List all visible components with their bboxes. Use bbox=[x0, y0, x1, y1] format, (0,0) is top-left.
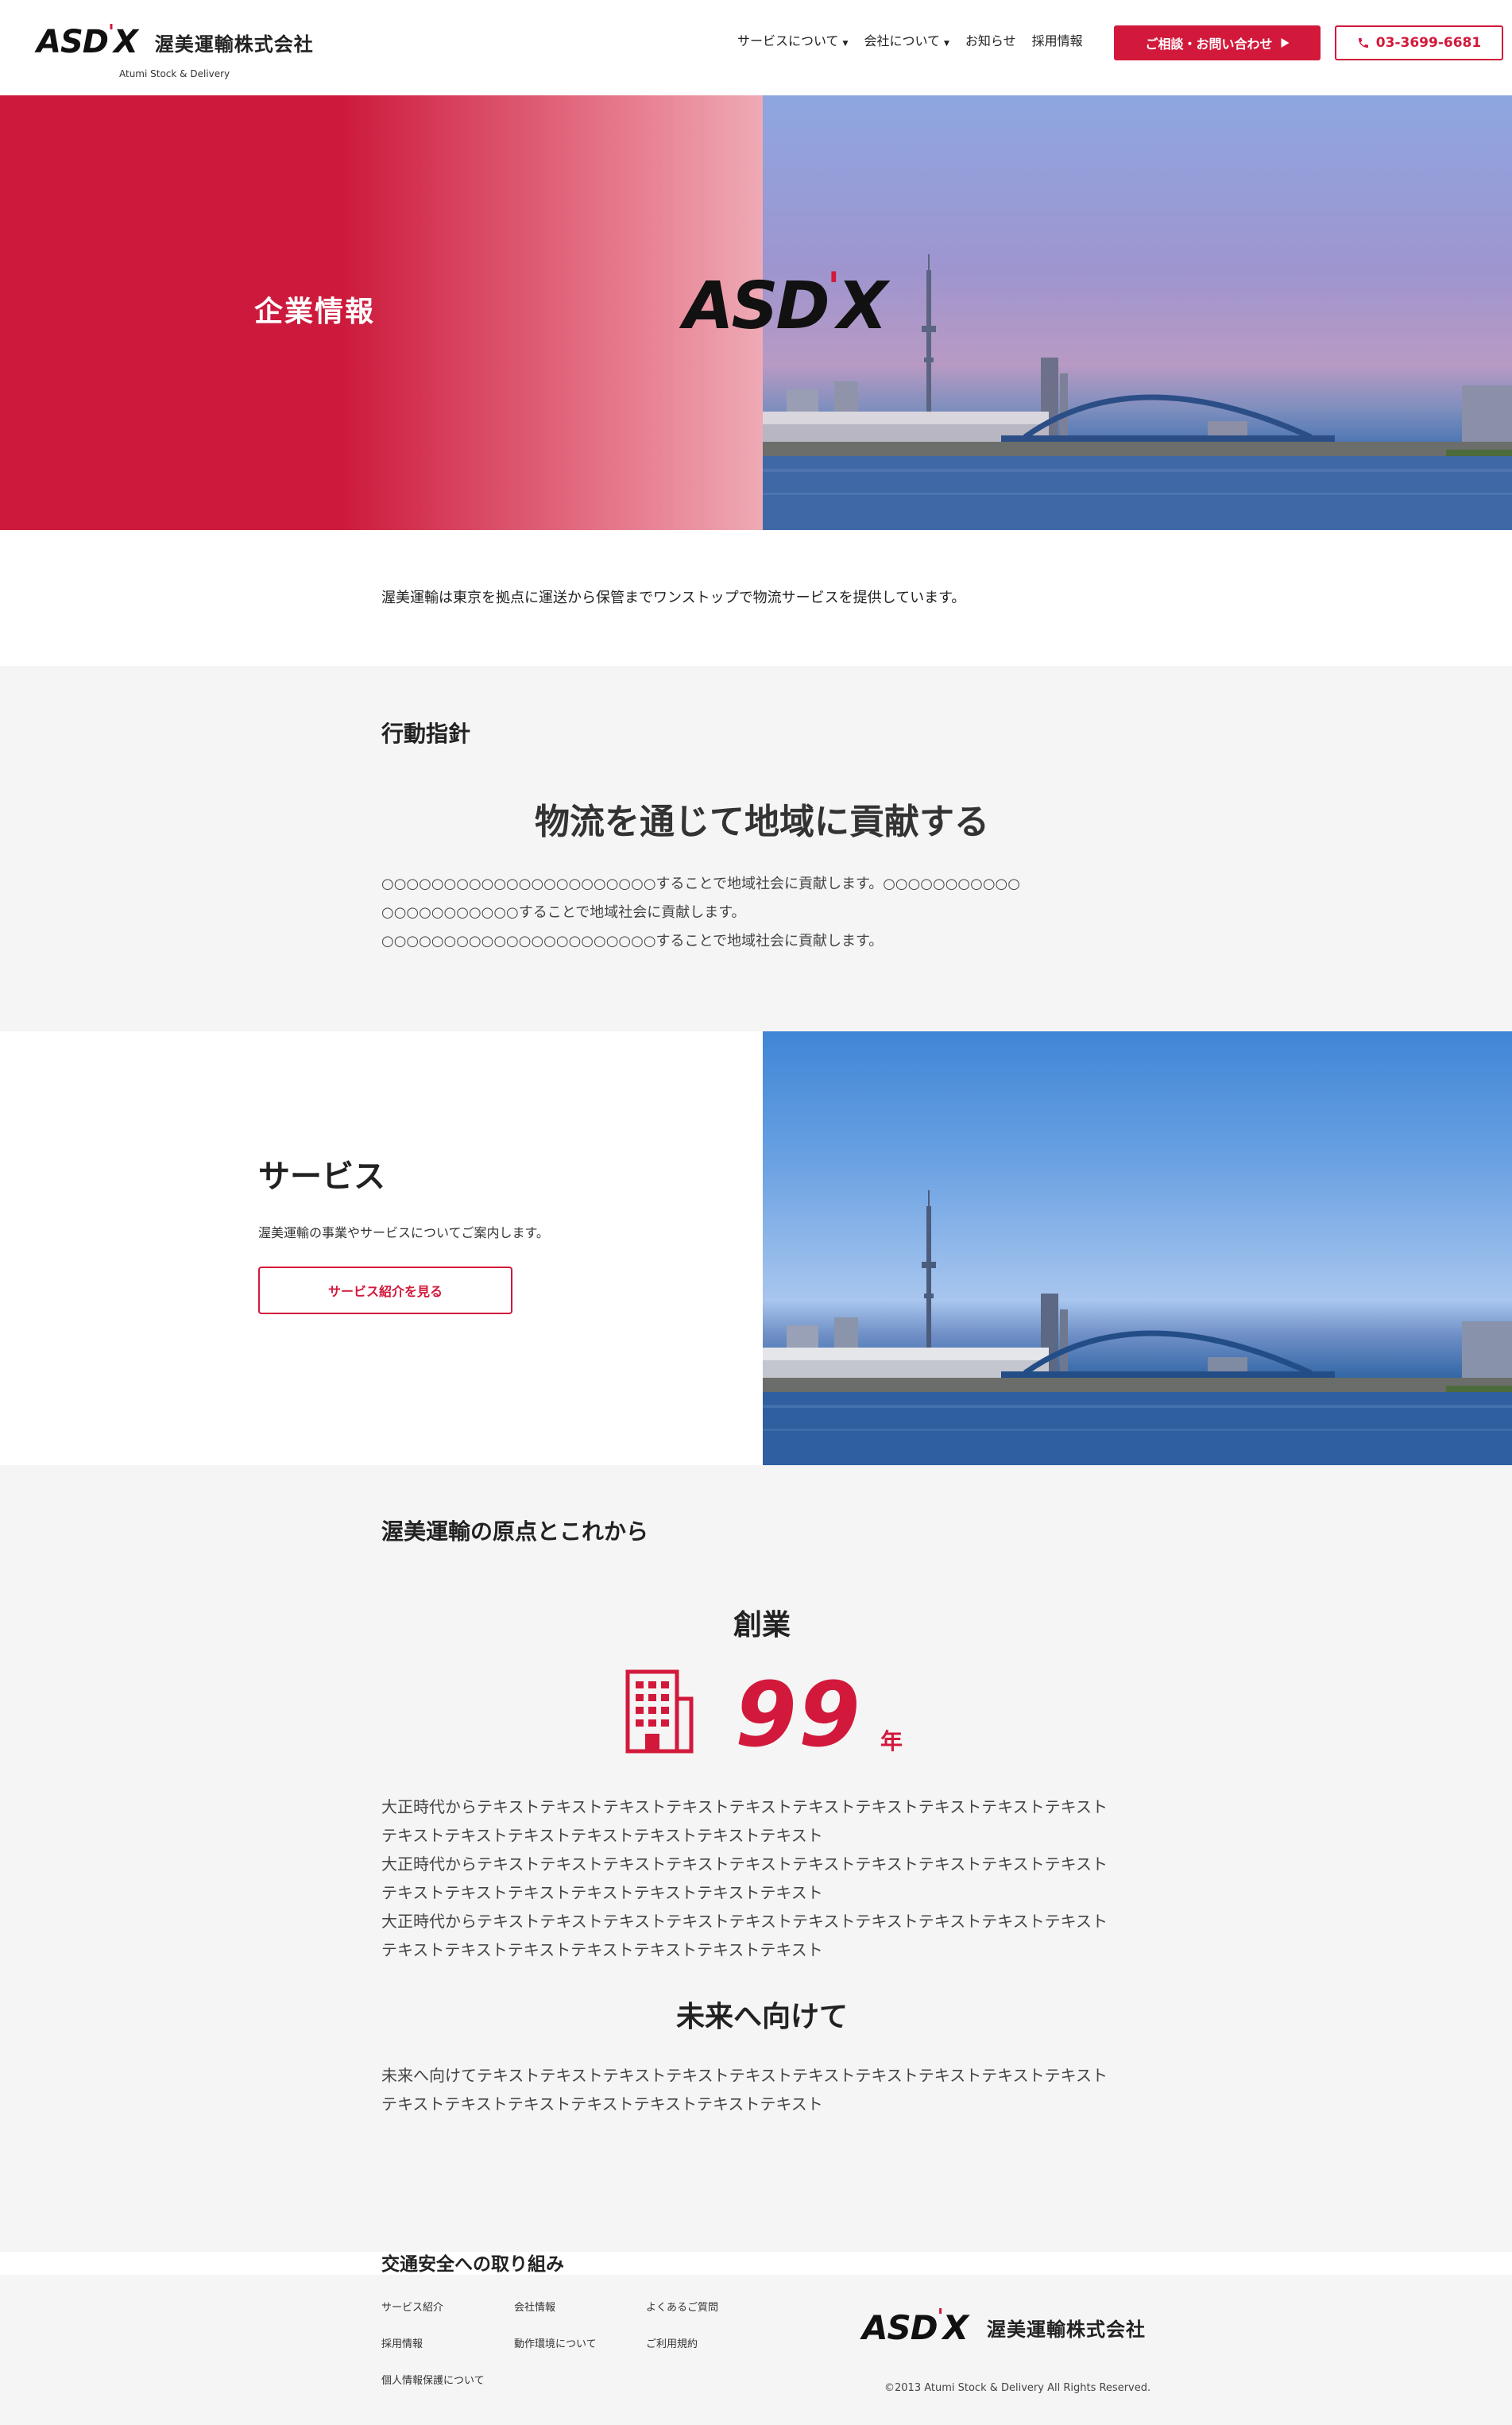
copyright: ©2013 Atumi Stock & Delivery All Rights … bbox=[884, 2382, 1151, 2394]
logo-mark: ASD'X bbox=[37, 21, 138, 60]
text-line: テキストテキストテキストテキストテキストテキストテキスト bbox=[381, 1883, 823, 1902]
founded-years: 99 年 bbox=[620, 1664, 938, 1767]
footer-company-name: 渥美運輸株式会社 bbox=[986, 2319, 1146, 2341]
footer-link-privacy[interactable]: 個人情報保護について bbox=[381, 2372, 485, 2387]
text-line: 大正時代からテキストテキストテキストテキストテキストテキストテキストテキストテキ… bbox=[381, 1855, 1108, 1874]
text-line: テキストテキストテキストテキストテキストテキストテキスト bbox=[381, 2094, 823, 2114]
site-footer: サービス紹介 会社情報 よくあるご質問 採用情報 動作環境について ご利用規約 … bbox=[0, 2275, 1512, 2425]
years-number: 99 bbox=[735, 1664, 862, 1767]
years-unit: 年 bbox=[880, 1728, 903, 1754]
nav-item-company[interactable]: 会社について ▼ bbox=[864, 30, 949, 49]
policy-line: ○○○○○○○○○○○○○○○○○○○○○○することで地域社会に貢献します。○○… bbox=[381, 876, 1020, 892]
footer-link-terms[interactable]: ご利用規約 bbox=[646, 2335, 698, 2350]
play-arrow-icon bbox=[1281, 38, 1289, 48]
origin-label: 渥美運輸の原点とこれから bbox=[381, 1518, 649, 1545]
site-logo[interactable]: ASD'X 渥美運輸株式会社 bbox=[37, 21, 314, 60]
hero-red-panel bbox=[0, 95, 763, 530]
logo-mark: ASD'X bbox=[862, 2305, 969, 2347]
service-skyline-image bbox=[763, 1031, 1512, 1465]
policy-line: ○○○○○○○○○○○することで地域社会に貢献します。 bbox=[381, 904, 746, 921]
footer-logo[interactable]: ASD'X 渥美運輸株式会社 bbox=[862, 2305, 1146, 2347]
page-title: 企業情報 bbox=[254, 296, 376, 328]
safety-label: 交通安全への取り組み bbox=[381, 2254, 564, 2275]
text-line: 未来へ向けてテキストテキストテキストテキストテキストテキストテキストテキストテキ… bbox=[381, 2066, 1108, 2085]
nav-item-news[interactable]: お知らせ bbox=[965, 30, 1016, 49]
policy-line: ○○○○○○○○○○○○○○○○○○○○○○することで地域社会に貢献します。 bbox=[381, 933, 884, 950]
caret-down-icon: ▼ bbox=[842, 40, 849, 48]
phone-number: 03-3699-6681 bbox=[1375, 35, 1482, 51]
company-name: 渥美運輸株式会社 bbox=[154, 33, 314, 56]
nav-item-services[interactable]: サービスについて ▼ bbox=[737, 30, 848, 49]
footer-link-recruit[interactable]: 採用情報 bbox=[381, 2335, 423, 2350]
founding-heading: 創業 bbox=[733, 1609, 791, 1642]
contact-button[interactable]: ご相談・お問い合わせ bbox=[1114, 25, 1321, 60]
footer-link-faq[interactable]: よくあるご質問 bbox=[646, 2299, 718, 2314]
phone-icon bbox=[1358, 38, 1368, 48]
skyline-illustration bbox=[763, 1190, 1512, 1465]
hero-banner: 企業情報 ASD'X bbox=[0, 95, 1512, 530]
company-sub: Atumi Stock & Delivery bbox=[119, 68, 230, 79]
policy-headline: 物流を通じて地域に貢献する bbox=[535, 802, 989, 842]
footer-link-company[interactable]: 会社情報 bbox=[514, 2299, 555, 2314]
main-nav: サービスについて ▼ 会社について ▼ お知らせ 採用情報 bbox=[737, 30, 1083, 49]
service-description: 渥美運輸の事業やサービスについてご案内します。 bbox=[258, 1225, 549, 1240]
policy-body: ○○○○○○○○○○○○○○○○○○○○○○することで地域社会に貢献します。 ○○… bbox=[381, 870, 1144, 956]
service-title: サービス bbox=[258, 1158, 385, 1195]
phone-button[interactable]: 03-3699-6681 bbox=[1335, 25, 1503, 60]
service-intro-button[interactable]: サービス紹介を見る bbox=[258, 1267, 512, 1314]
building-icon bbox=[625, 1669, 694, 1754]
future-heading: 未来へ向けて bbox=[675, 2001, 848, 2033]
footer-link-services[interactable]: サービス紹介 bbox=[381, 2299, 443, 2314]
hero-logo-mark: ASD'X bbox=[683, 264, 887, 344]
text-line: テキストテキストテキストテキストテキストテキストテキスト bbox=[381, 1826, 823, 1845]
future-text: 未来へ向けてテキストテキストテキストテキストテキストテキストテキストテキストテキ… bbox=[381, 2061, 1144, 2118]
footer-link-environment[interactable]: 動作環境について bbox=[514, 2335, 597, 2350]
founding-text: 大正時代からテキストテキストテキストテキストテキストテキストテキストテキストテキ… bbox=[381, 1793, 1144, 1964]
policy-label: 行動指針 bbox=[381, 721, 471, 747]
intro-text: 渥美運輸は東京を拠点に運送から保管までワンストップで物流サービスを提供しています… bbox=[381, 590, 966, 606]
site-header: ASD'X 渥美運輸株式会社 Atumi Stock & Delivery サー… bbox=[0, 0, 1512, 95]
caret-down-icon: ▼ bbox=[943, 40, 949, 48]
service-section: サービス 渥美運輸の事業やサービスについてご案内します。 サービス紹介を見る bbox=[0, 1031, 1512, 1465]
contact-button-label: ご相談・お問い合わせ bbox=[1145, 37, 1273, 52]
policy-section: 行動指針 物流を通じて地域に貢献する ○○○○○○○○○○○○○○○○○○○○○… bbox=[0, 666, 1512, 1031]
origin-section: 渥美運輸の原点とこれから 創業 99 年 大正時代からテキストテキストテキストテ… bbox=[0, 1465, 1512, 2252]
text-line: 大正時代からテキストテキストテキストテキストテキストテキストテキストテキストテキ… bbox=[381, 1797, 1108, 1816]
text-line: テキストテキストテキストテキストテキストテキストテキスト bbox=[381, 1940, 823, 1959]
text-line: 大正時代からテキストテキストテキストテキストテキストテキストテキストテキストテキ… bbox=[381, 1912, 1108, 1931]
nav-item-recruit[interactable]: 採用情報 bbox=[1032, 30, 1083, 49]
